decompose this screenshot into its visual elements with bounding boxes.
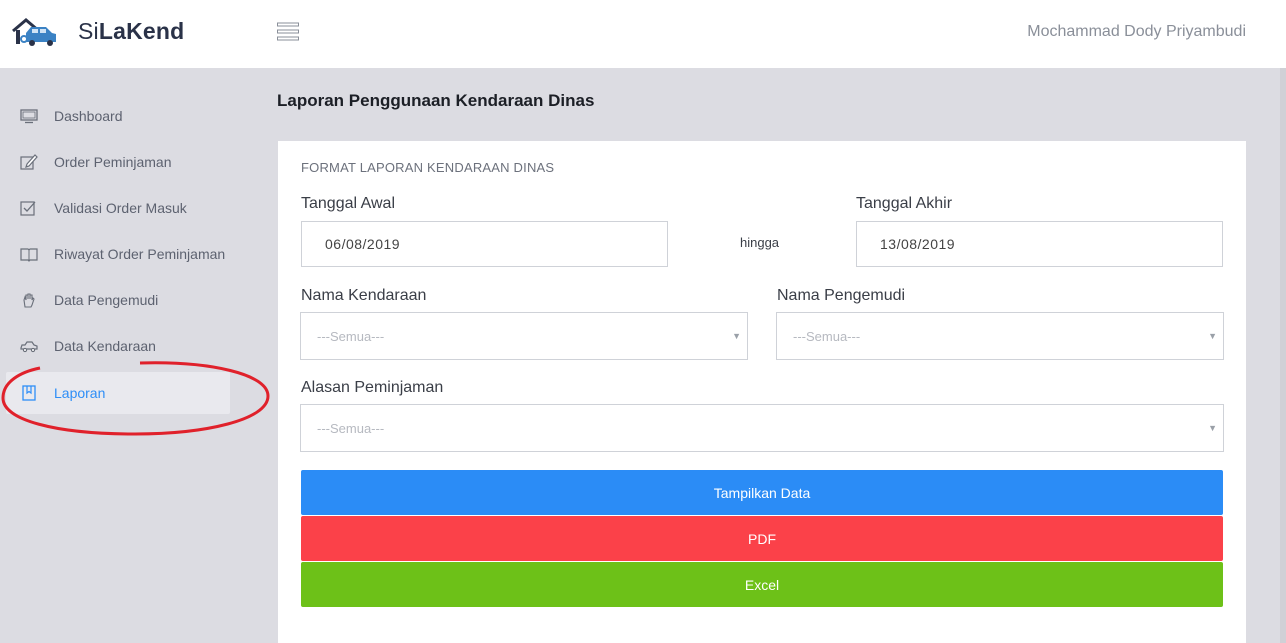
report-form-card: FORMAT LAPORAN KENDARAAN DINAS Tanggal A… [278, 141, 1246, 643]
end-date-label: Tanggal Akhir [856, 195, 953, 212]
sidebar-item-label: Data Pengemudi [54, 292, 159, 308]
hamburger-menu-icon[interactable] [277, 22, 299, 42]
start-date-label: Tanggal Awal [301, 195, 395, 212]
vehicle-name-label: Nama Kendaraan [301, 287, 427, 304]
monitor-icon [20, 109, 38, 124]
sidebar: Dashboard Order Peminjaman Validasi Orde… [0, 68, 250, 643]
sidebar-item-label: Laporan [54, 385, 106, 401]
start-date-input[interactable]: 06/08/2019 [301, 221, 668, 267]
book-icon [20, 248, 38, 262]
date-range-separator: hingga [740, 235, 780, 250]
sidebar-item-order-peminjaman[interactable]: Order Peminjaman [6, 141, 230, 183]
scrollbar[interactable] [1280, 68, 1286, 643]
brand-name[interactable]: SiLaKend [78, 18, 184, 45]
user-name[interactable]: Mochammad Dody Priyambudi [1027, 23, 1246, 41]
caret-down-icon: ▼ [732, 331, 741, 341]
sidebar-item-data-kendaraan[interactable]: Data Kendaraan [6, 325, 230, 367]
sidebar-item-dashboard[interactable]: Dashboard [6, 95, 230, 137]
show-data-button[interactable]: Tampilkan Data [301, 470, 1223, 515]
sidebar-item-label: Riwayat Order Peminjaman [54, 246, 226, 262]
select-value: ---Semua--- [317, 420, 385, 436]
sidebar-item-label: Dashboard [54, 108, 123, 124]
vehicle-name-select[interactable]: ---Semua--- ▼ [300, 312, 748, 360]
sidebar-item-label: Validasi Order Masuk [54, 200, 187, 216]
sidebar-item-label: Data Kendaraan [54, 338, 156, 354]
page-title: Laporan Penggunaan Kendaraan Dinas [277, 91, 595, 110]
hand-icon [23, 293, 35, 308]
driver-name-select[interactable]: ---Semua--- ▼ [776, 312, 1224, 360]
select-value: ---Semua--- [793, 328, 861, 344]
caret-down-icon: ▼ [1208, 423, 1217, 433]
report-icon [22, 385, 36, 401]
sidebar-item-data-pengemudi[interactable]: Data Pengemudi [6, 279, 230, 321]
excel-button[interactable]: Excel [301, 562, 1223, 607]
caret-down-icon: ▼ [1208, 331, 1217, 341]
loan-reason-label: Alasan Peminjaman [301, 379, 444, 396]
top-header: SiLaKend Mochammad Dody Priyambudi [0, 0, 1286, 68]
card-title: FORMAT LAPORAN KENDARAAN DINAS [301, 160, 555, 175]
sidebar-item-label: Order Peminjaman [54, 154, 172, 170]
pdf-button[interactable]: PDF [301, 516, 1223, 561]
car-icon [20, 341, 38, 353]
driver-name-label: Nama Pengemudi [777, 287, 906, 304]
end-date-input[interactable]: 13/08/2019 [856, 221, 1223, 267]
garage-car-logo-icon [12, 18, 56, 46]
sidebar-item-riwayat-order[interactable]: Riwayat Order Peminjaman [6, 233, 230, 275]
edit-icon [20, 154, 38, 170]
sidebar-item-laporan[interactable]: Laporan [6, 372, 230, 414]
select-value: ---Semua--- [317, 328, 385, 344]
checkbox-icon [20, 201, 36, 216]
loan-reason-select[interactable]: ---Semua--- ▼ [300, 404, 1224, 452]
sidebar-item-validasi-order[interactable]: Validasi Order Masuk [6, 187, 230, 229]
